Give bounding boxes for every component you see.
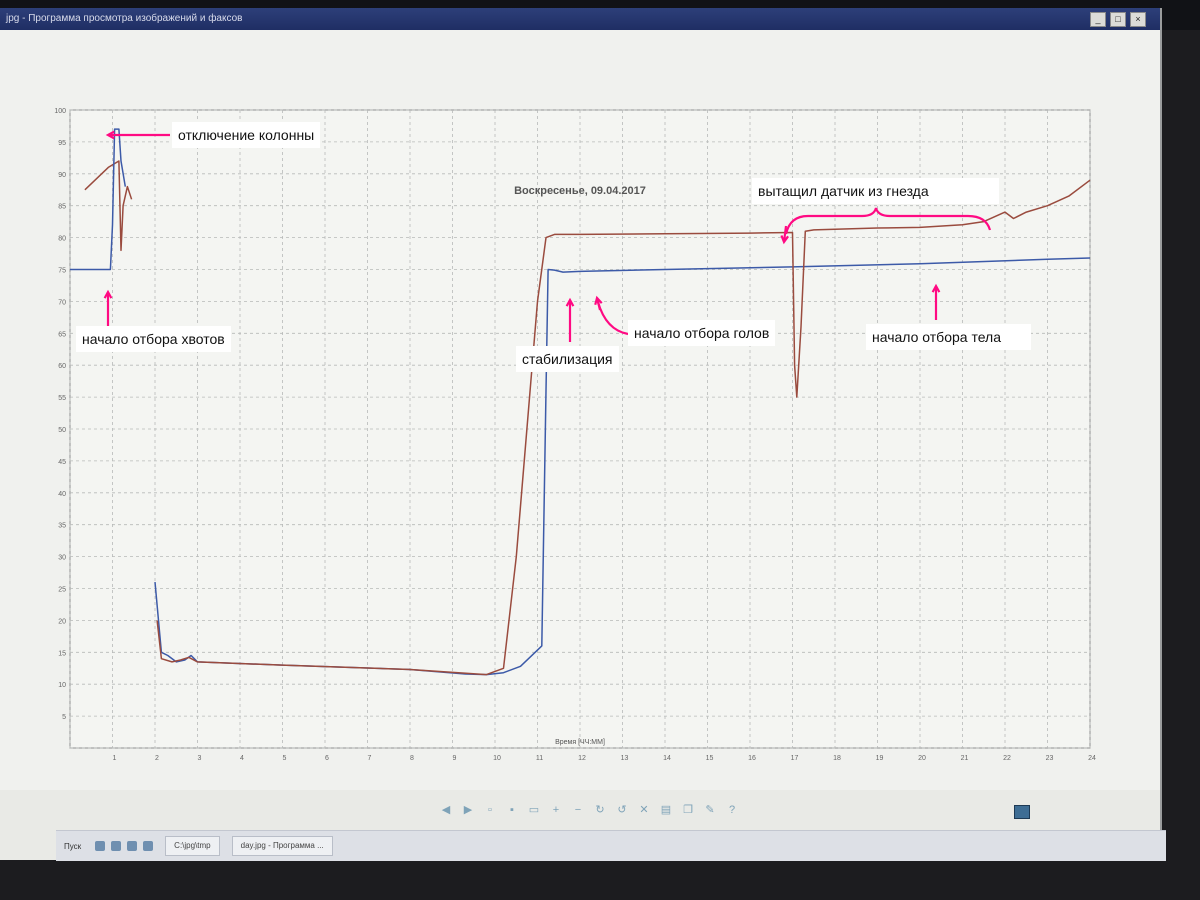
print-icon[interactable]: ▤ <box>660 804 672 816</box>
x-tick-label: 9 <box>453 755 457 762</box>
y-tick-label: 85 <box>58 204 66 211</box>
taskbar: Пуск C:\jpg\tmp day.jpg - Программа ... <box>56 830 1166 861</box>
image-viewer-window: jpg - Программа просмотра изображений и … <box>0 8 1162 860</box>
taskbar-item-viewer[interactable]: day.jpg - Программа ... <box>231 836 333 856</box>
x-tick-label: 15 <box>706 755 714 762</box>
x-tick-label: 6 <box>325 755 329 762</box>
actual-size-icon[interactable]: ▪ <box>506 804 518 816</box>
x-tick-label: 16 <box>748 755 756 762</box>
x-tick-label: 13 <box>621 755 629 762</box>
y-tick-label: 20 <box>58 618 66 625</box>
maximize-button[interactable]: □ <box>1110 12 1126 27</box>
x-tick-label: 21 <box>961 755 969 762</box>
x-tick-label: 5 <box>283 755 287 762</box>
delete-icon[interactable]: ✕ <box>638 804 650 816</box>
close-button[interactable]: × <box>1130 12 1146 27</box>
help-icon[interactable]: ? <box>726 804 738 816</box>
browser-icon[interactable] <box>95 841 106 851</box>
y-tick-label: 95 <box>58 140 66 147</box>
y-tick-label: 35 <box>58 523 66 530</box>
annotation-sensor-pulled: вытащил датчик из гнезда <box>752 178 999 204</box>
x-tick-label: 22 <box>1003 755 1011 762</box>
y-tick-label: 70 <box>58 299 66 306</box>
settings-icon[interactable] <box>143 841 154 851</box>
best-fit-icon[interactable]: ▫ <box>484 804 496 816</box>
annotation-heads-start: начало отбора голов <box>628 320 776 346</box>
prev-icon[interactable]: ◀ <box>440 804 452 816</box>
start-button[interactable]: Пуск <box>56 842 89 851</box>
minimize-button[interactable]: _ <box>1090 12 1106 27</box>
y-tick-label: 60 <box>58 363 66 370</box>
annotation-tails-start: начало отбора хвотов <box>76 326 231 352</box>
x-tick-label: 23 <box>1046 755 1054 762</box>
edit-icon[interactable]: ✎ <box>704 804 716 816</box>
folder-icon[interactable] <box>111 841 122 851</box>
copy-icon[interactable]: ❐ <box>682 804 694 816</box>
x-axis-label: Время [ЧЧ:ММ] <box>555 739 605 746</box>
viewer-toolbar: ◀ ▶ ▫ ▪ ▭ + − ↻ ↺ ✕ ▤ ❐ ✎ ? <box>440 800 738 820</box>
y-tick-label: 90 <box>58 172 66 179</box>
y-tick-label: 65 <box>58 331 66 338</box>
x-tick-label: 14 <box>663 755 671 762</box>
y-tick-label: 45 <box>58 459 66 466</box>
x-tick-label: 3 <box>198 755 202 762</box>
x-tick-label: 19 <box>876 755 884 762</box>
x-tick-label: 8 <box>410 755 414 762</box>
x-tick-label: 20 <box>918 755 926 762</box>
y-tick-label: 15 <box>58 650 66 657</box>
y-tick-label: 80 <box>58 236 66 243</box>
x-tick-label: 17 <box>791 755 799 762</box>
y-tick-label: 30 <box>58 555 66 562</box>
x-tick-label: 18 <box>833 755 841 762</box>
annotation-column-off: отключение колонны <box>172 122 321 148</box>
chart-title: Воскресенье, 09.04.2017 <box>514 185 646 197</box>
zoom-in-icon[interactable]: + <box>550 804 562 816</box>
zoom-out-icon[interactable]: − <box>572 804 584 816</box>
x-tick-label: 7 <box>368 755 372 762</box>
x-tick-label: 10 <box>493 755 501 762</box>
x-tick-label: 1 <box>113 755 117 762</box>
x-tick-label: 2 <box>155 755 159 762</box>
x-tick-label: 4 <box>240 755 244 762</box>
annotation-body-start: начало отбора тела <box>866 324 1031 350</box>
next-icon[interactable]: ▶ <box>462 804 474 816</box>
y-tick-label: 25 <box>58 587 66 594</box>
window-titlebar[interactable]: jpg - Программа просмотра изображений и … <box>0 8 1160 30</box>
x-tick-label: 24 <box>1088 755 1096 762</box>
slideshow-icon[interactable]: ▭ <box>528 804 540 816</box>
y-tick-label: 55 <box>58 395 66 402</box>
image-canvas: 100 95 90 85 80 75 70 65 60 55 50 45 40 35 30 25 20 15 10 5… <box>0 30 1160 790</box>
media-icon[interactable] <box>127 841 138 851</box>
y-tick-label: 10 <box>58 682 66 689</box>
x-tick-label: 11 <box>536 755 543 762</box>
window-title: jpg - Программа просмотра изображений и … <box>6 13 243 24</box>
y-tick-label: 75 <box>58 268 66 275</box>
fullscreen-icon[interactable] <box>1014 805 1030 819</box>
rotate-ccw-icon[interactable]: ↺ <box>616 804 628 816</box>
y-tick-label: 50 <box>58 427 66 434</box>
y-tick-label: 5 <box>62 714 66 721</box>
taskbar-item-folder[interactable]: C:\jpg\tmp <box>165 836 220 856</box>
annotation-stabilization: стабилизация <box>516 346 619 372</box>
rotate-cw-icon[interactable]: ↻ <box>594 804 606 816</box>
y-tick-label: 40 <box>58 491 66 498</box>
x-tick-label: 12 <box>578 755 586 762</box>
y-tick-label: 100 <box>54 108 66 115</box>
